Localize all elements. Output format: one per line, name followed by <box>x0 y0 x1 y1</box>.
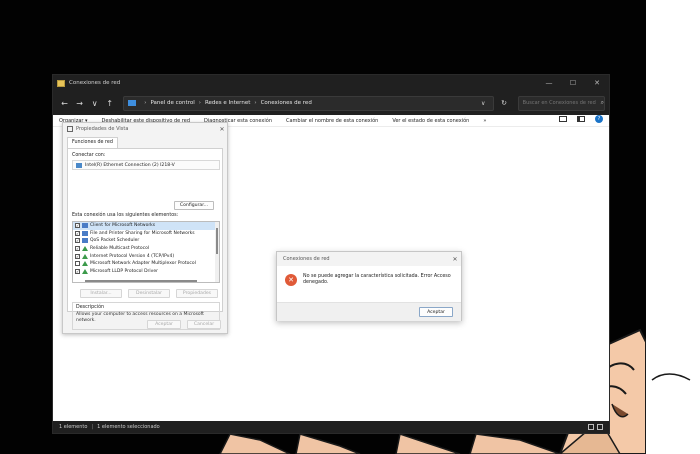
network-client-icon <box>82 223 88 229</box>
protocol-icon <box>82 253 88 259</box>
connection-items-list[interactable]: ✓ Client for Microsoft Networks ✓ File a… <box>72 221 220 283</box>
network-adapter-icon <box>76 162 82 168</box>
status-selected-count: 1 elemento seleccionado <box>97 424 160 430</box>
uninstall-button[interactable]: Desinstalar <box>128 289 170 298</box>
checkbox[interactable]: ✓ <box>75 253 80 259</box>
breadcrumb-network-internet[interactable]: Redes e Internet <box>205 100 250 106</box>
forward-button[interactable]: → <box>72 99 87 108</box>
network-service-icon <box>82 230 88 236</box>
networking-tab-panel: Conectar con: Intel(R) Ethernet Connecti… <box>67 148 223 330</box>
maximize-button[interactable]: ☐ <box>561 75 585 91</box>
status-bar: 1 elemento | 1 elemento seleccionado <box>53 421 609 433</box>
elements-label: Esta conexión usa los siguientes element… <box>72 213 179 218</box>
network-service-icon <box>82 238 88 244</box>
list-item[interactable]: Microsoft Network Adapter Multiplexor Pr… <box>73 260 219 268</box>
protocol-icon <box>82 268 88 274</box>
checkbox[interactable]: ✓ <box>75 268 80 274</box>
view-status-button[interactable]: Ver el estado de esta conexión <box>392 118 469 124</box>
view-controls: ? <box>559 115 603 123</box>
explorer-titlebar: Conexiones de red — ☐ ✕ <box>53 75 609 91</box>
status-item-count: 1 elemento <box>59 424 88 430</box>
minimize-button[interactable]: — <box>537 75 561 91</box>
error-message: No se puede agregar la característica so… <box>303 274 451 285</box>
window-title: Conexiones de red <box>69 80 121 86</box>
tiles-view-icon[interactable] <box>597 424 603 430</box>
checkbox[interactable]: ✓ <box>75 230 80 236</box>
checkbox[interactable] <box>75 261 80 267</box>
chevron-right-icon: › <box>254 100 257 106</box>
description-title: Descripción <box>76 305 105 310</box>
tab-networking[interactable]: Funciones de red <box>67 137 118 148</box>
list-item[interactable]: ✓ Internet Protocol Version 4 (TCP/IPv4) <box>73 252 219 260</box>
item-properties-button[interactable]: Propiedades <box>176 289 218 298</box>
list-item[interactable]: ✓ Reliable Multicast Protocol <box>73 245 219 253</box>
error-icon: ✕ <box>285 274 297 286</box>
breadcrumb-control-panel[interactable]: Panel de control <box>150 100 194 106</box>
folder-icon <box>57 79 65 87</box>
address-bar[interactable]: › Panel de control › Redes e Internet › … <box>123 95 495 111</box>
horizontal-scrollbar[interactable] <box>73 279 217 282</box>
search-icon: ⌕ <box>600 99 605 106</box>
address-row: ← → ∨ ↑ › Panel de control › Redes e Int… <box>53 91 609 115</box>
list-item[interactable]: ✓ File and Printer Sharing for Microsoft… <box>73 230 219 238</box>
error-dialog-footer: Aceptar <box>277 302 461 321</box>
more-commands-button[interactable]: » <box>483 118 486 124</box>
vertical-scrollbar[interactable] <box>215 222 219 282</box>
properties-titlebar: Propiedades de Vista ✕ <box>63 123 227 135</box>
cancel-button[interactable]: Cancelar <box>187 320 221 329</box>
preview-pane-icon[interactable] <box>577 116 585 122</box>
search-input[interactable] <box>522 100 601 106</box>
close-button[interactable]: ✕ <box>585 75 609 91</box>
chevron-right-icon: › <box>198 100 201 106</box>
properties-dialog: Propiedades de Vista ✕ Funciones de red … <box>62 122 228 334</box>
recent-locations-button[interactable]: ∨ <box>87 99 102 108</box>
protocol-icon <box>82 246 88 252</box>
checkbox[interactable]: ✓ <box>75 223 80 229</box>
close-icon[interactable]: ✕ <box>449 256 461 263</box>
chevron-down-icon[interactable]: ∨ <box>481 100 485 107</box>
list-item[interactable]: ✓ QoS Packet Scheduler <box>73 237 219 245</box>
close-icon[interactable]: ✕ <box>217 126 227 133</box>
configure-button[interactable]: Configurar... <box>174 201 214 210</box>
list-item[interactable]: ✓ Microsoft LLDP Protocol Driver <box>73 268 219 276</box>
checkbox[interactable]: ✓ <box>75 246 80 252</box>
ok-button[interactable]: Aceptar <box>147 320 181 329</box>
search-box[interactable]: ⌕ <box>517 95 606 111</box>
breadcrumb-network-connections[interactable]: Conexiones de red <box>261 100 312 106</box>
help-icon[interactable]: ? <box>595 115 603 123</box>
refresh-icon[interactable]: ↻ <box>498 99 509 107</box>
list-item[interactable]: ✓ Client for Microsoft Networks <box>73 222 219 230</box>
properties-title: Propiedades de Vista <box>76 126 129 132</box>
chevron-right-icon: › <box>144 100 147 106</box>
connect-using-label: Conectar con: <box>72 153 106 158</box>
view-options-icon[interactable] <box>559 116 567 122</box>
error-dialog: Conexiones de red ✕ ✕ No se puede agrega… <box>276 251 462 321</box>
control-panel-icon <box>128 100 137 106</box>
checkbox[interactable]: ✓ <box>75 238 80 244</box>
network-icon <box>67 126 73 132</box>
install-button[interactable]: Instalar... <box>80 289 122 298</box>
error-ok-button[interactable]: Aceptar <box>419 307 453 317</box>
up-button[interactable]: ↑ <box>102 99 117 108</box>
back-button[interactable]: ← <box>57 99 72 108</box>
adapter-name-box: Intel(R) Ethernet Connection (2) I218-V <box>72 160 220 170</box>
error-dialog-title: Conexiones de red <box>283 256 330 262</box>
error-dialog-body: ✕ No se puede agregar la característica … <box>277 266 461 302</box>
protocol-icon <box>82 261 88 267</box>
details-view-icon[interactable] <box>588 424 594 430</box>
error-dialog-titlebar: Conexiones de red ✕ <box>277 252 461 266</box>
rename-connection-button[interactable]: Cambiar el nombre de esta conexión <box>286 118 378 124</box>
adapter-name: Intel(R) Ethernet Connection (2) I218-V <box>85 162 175 168</box>
